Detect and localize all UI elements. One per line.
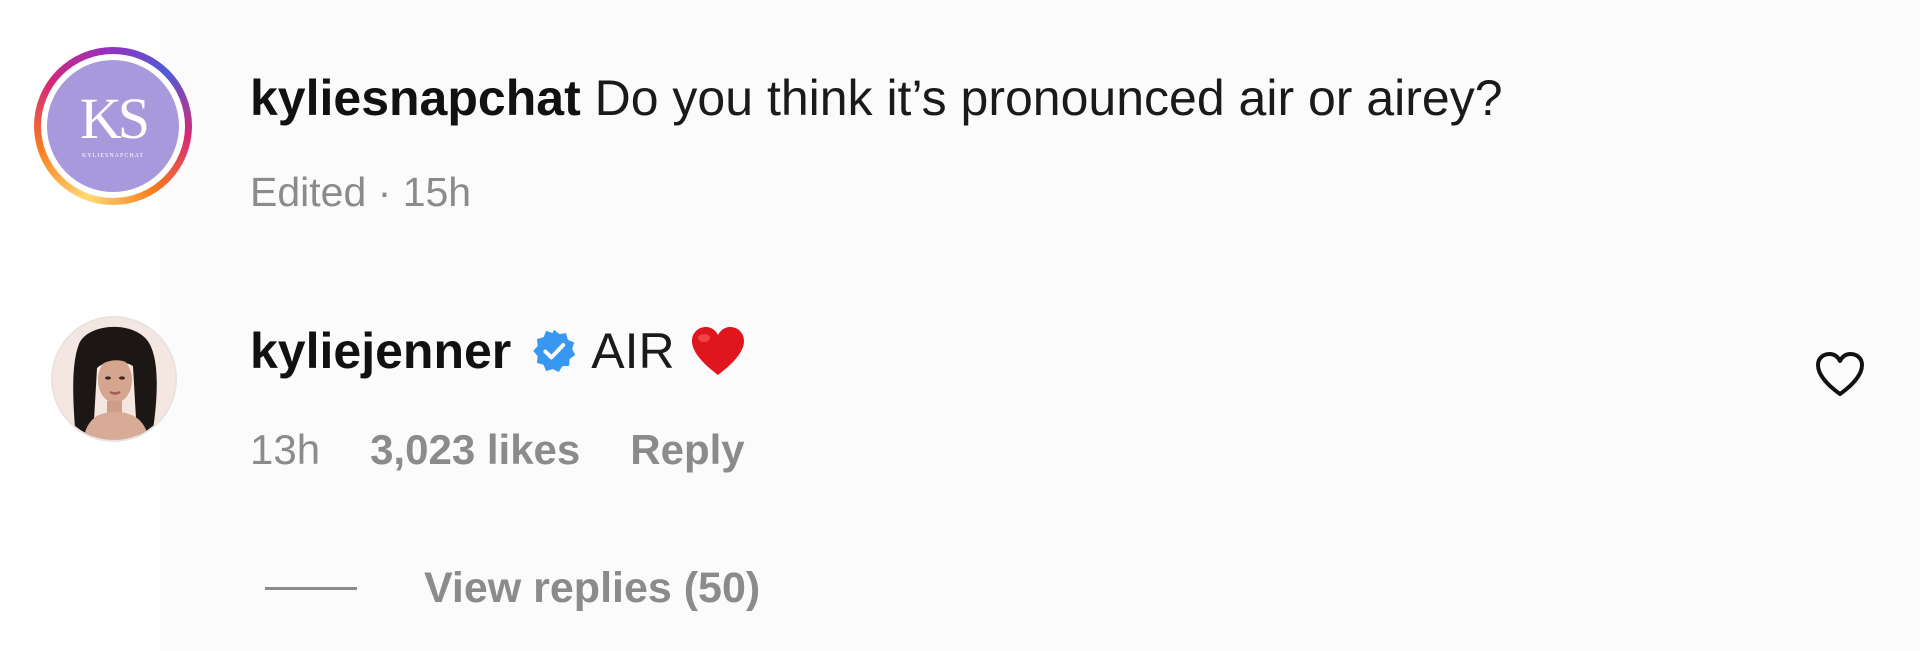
comment-text: Do you think it’s pronounced air or aire… bbox=[594, 70, 1503, 126]
ks-logo-avatar: KS KYLIESNAPCHAT bbox=[47, 60, 179, 192]
avatar-ring-gap: KS KYLIESNAPCHAT bbox=[41, 54, 185, 198]
likes-count[interactable]: 3,023 likes bbox=[370, 423, 580, 477]
story-avatar-kyliesnapchat[interactable]: KS KYLIESNAPCHAT bbox=[34, 47, 192, 205]
comment-timestamp: 13h bbox=[250, 426, 321, 473]
comment-meta: 13h 3,023 likes Reply bbox=[250, 423, 745, 477]
comment-username[interactable]: kyliejenner bbox=[250, 318, 511, 384]
comment-username[interactable]: kyliesnapchat bbox=[250, 70, 581, 126]
comment-text: AIR bbox=[591, 323, 675, 379]
heart-outline-icon[interactable] bbox=[1814, 350, 1866, 398]
red-heart-emoji bbox=[691, 327, 744, 375]
profile-photo bbox=[53, 318, 175, 440]
view-replies-line bbox=[265, 587, 357, 590]
comments-panel: KS KYLIESNAPCHAT kyliesnapchat Do you th… bbox=[0, 0, 1920, 651]
comment-body: kyliejenner AIR bbox=[250, 318, 747, 384]
avatar-kyliejenner[interactable] bbox=[51, 316, 177, 442]
avatar-sublabel: KYLIESNAPCHAT bbox=[81, 153, 144, 159]
view-replies-button[interactable]: View replies (50) bbox=[424, 560, 760, 616]
comment-meta: Edited · 15h bbox=[250, 169, 472, 215]
comment-body: kyliesnapchat Do you think it’s pronounc… bbox=[250, 66, 1503, 130]
verified-badge-icon bbox=[533, 329, 576, 373]
avatar-monogram: KS bbox=[79, 86, 150, 151]
reply-button[interactable]: Reply bbox=[630, 423, 744, 477]
